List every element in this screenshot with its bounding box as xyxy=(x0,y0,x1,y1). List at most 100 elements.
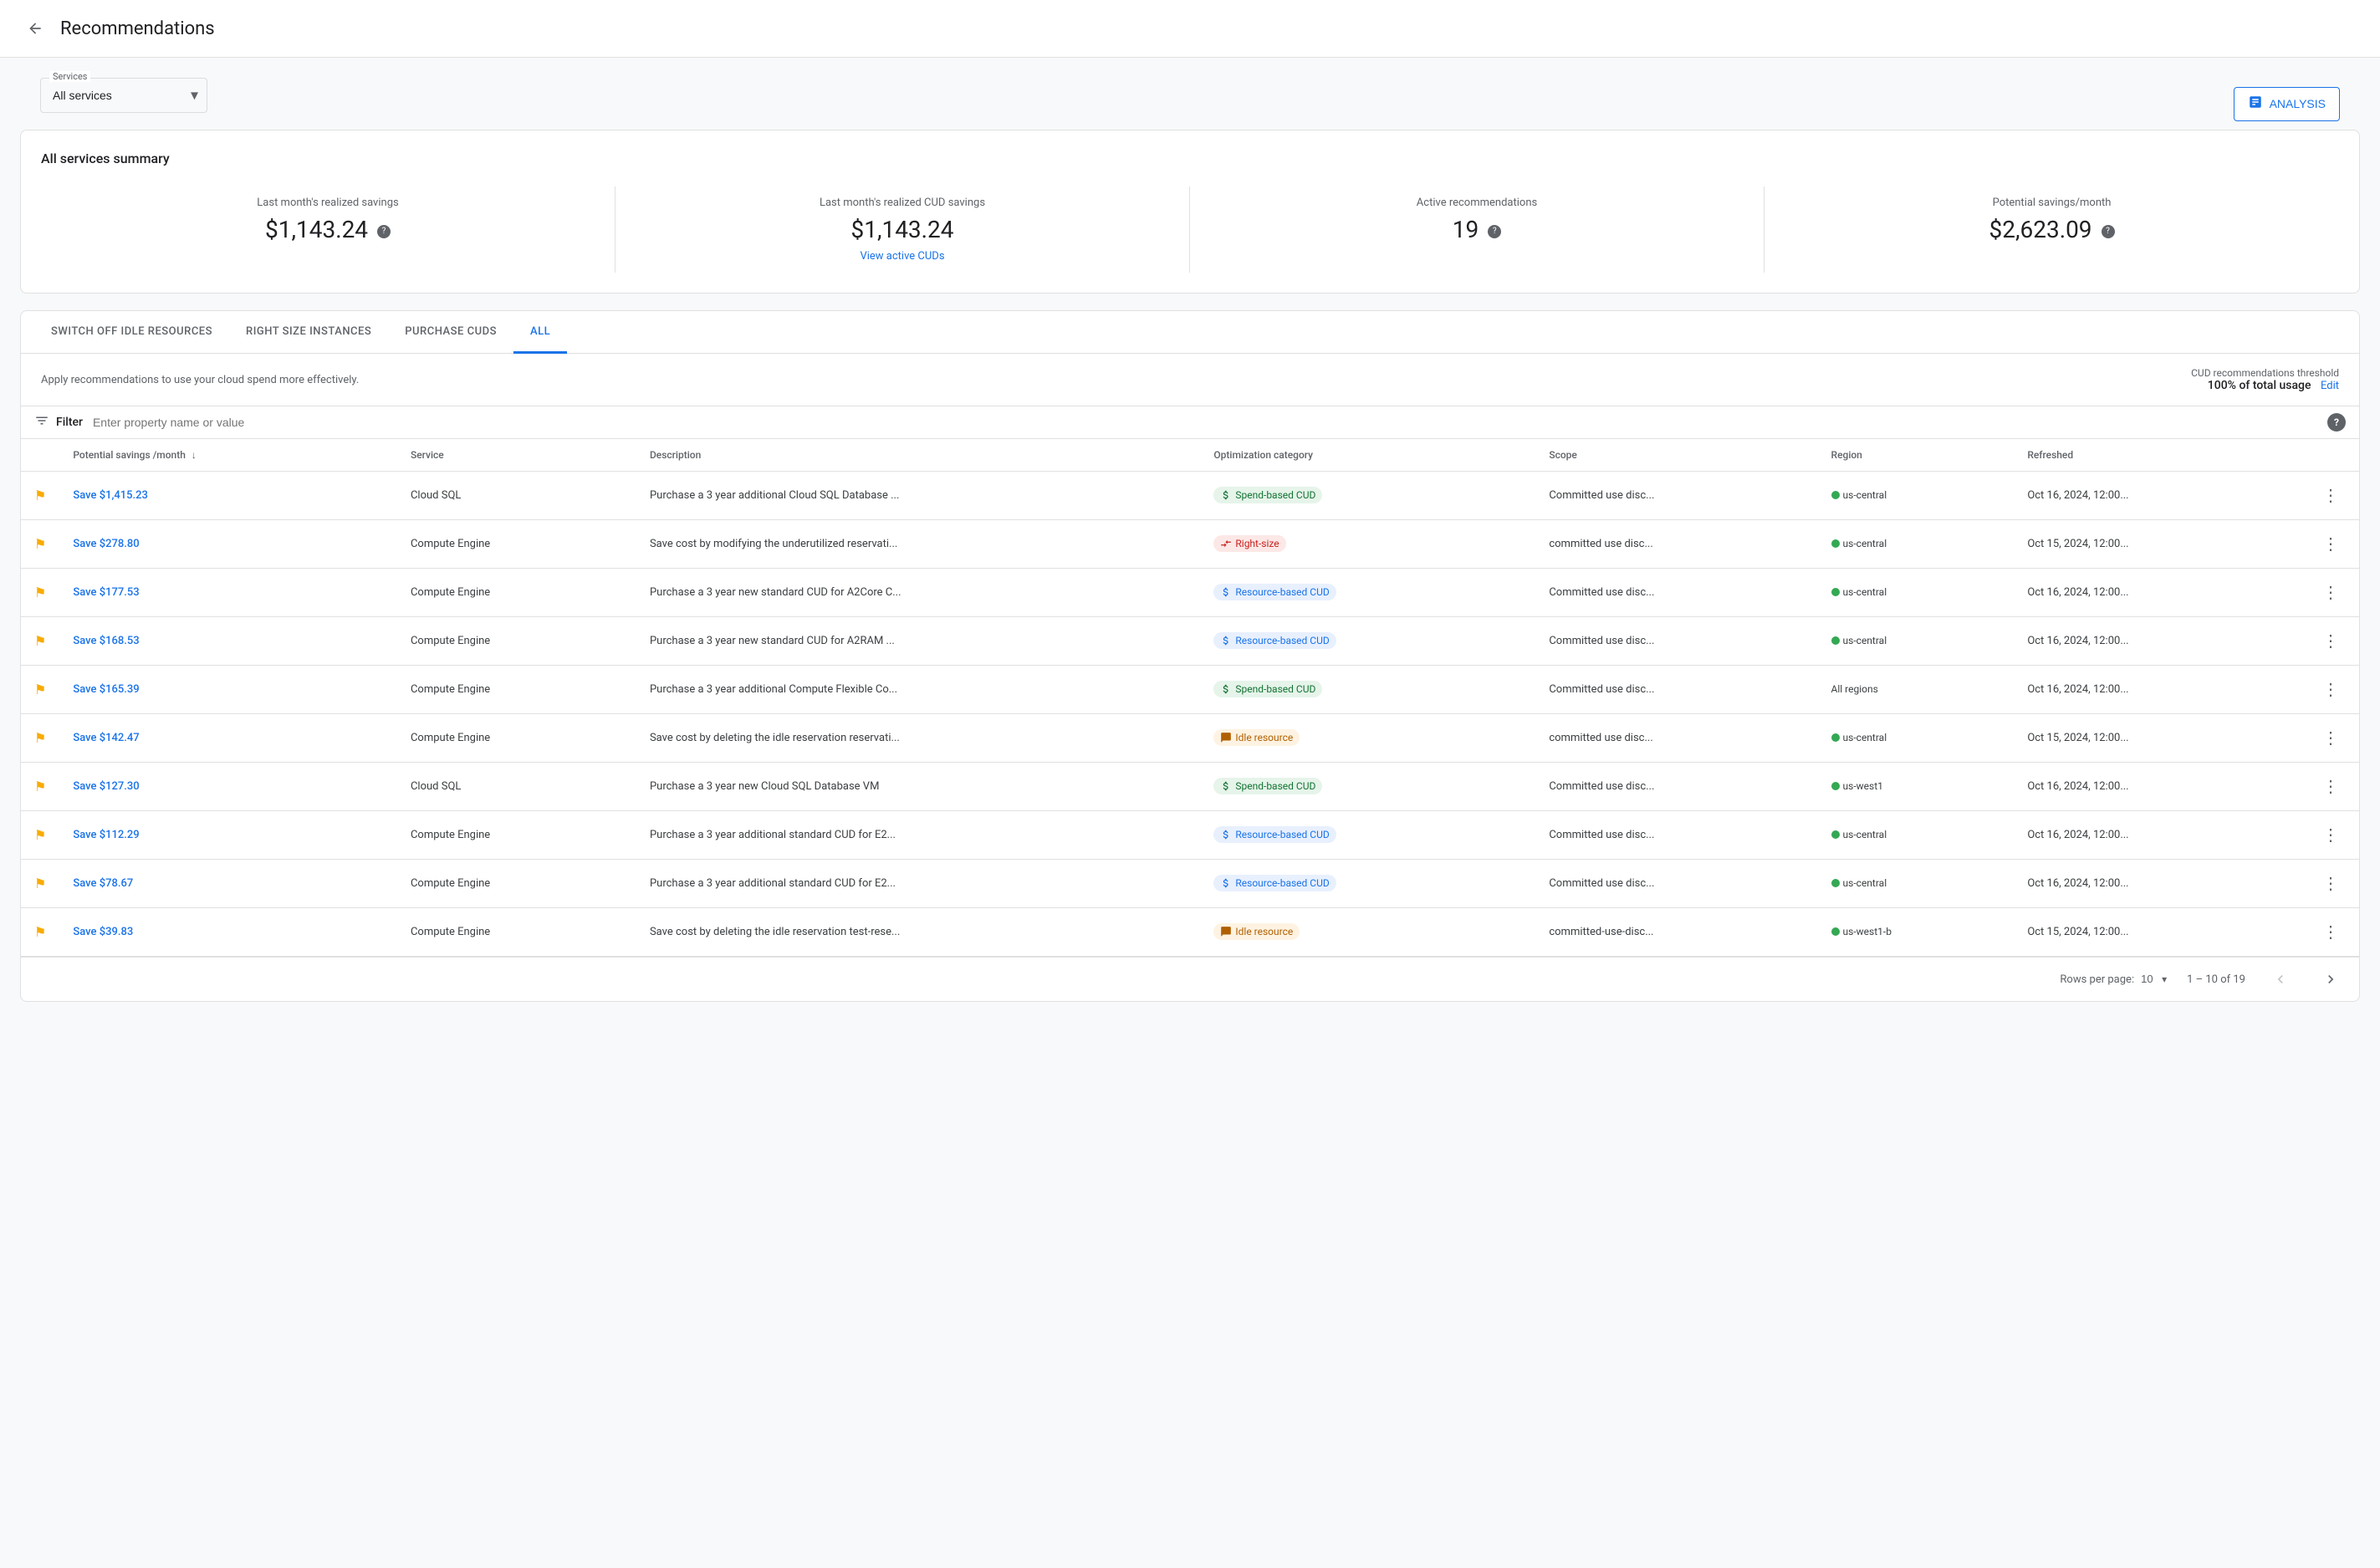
row-more-button[interactable]: ⋮ xyxy=(2316,773,2346,800)
service-cell: Cloud SQL xyxy=(397,472,636,520)
opt-badge: Resource-based CUD xyxy=(1213,584,1336,600)
th-flag xyxy=(21,439,59,472)
prev-page-button[interactable] xyxy=(2265,968,2296,991)
services-select-container: Services All services ▾ xyxy=(40,78,207,113)
top-bar: Services All services ▾ ANALYSIS xyxy=(20,71,2360,130)
tab-switch-off-idle[interactable]: SWITCH OFF IDLE RESOURCES xyxy=(34,312,229,354)
scope-cell: committed-use-disc... xyxy=(1535,908,1817,957)
actions-cell: ⋮ xyxy=(2302,763,2359,811)
savings-link[interactable]: Save $112.29 xyxy=(73,829,139,841)
cud-threshold-section: CUD recommendations threshold 100% of to… xyxy=(2191,367,2339,392)
row-more-button[interactable]: ⋮ xyxy=(2316,870,2346,897)
actions-cell: ⋮ xyxy=(2302,908,2359,957)
description-cell: Purchase a 3 year additional Compute Fle… xyxy=(636,666,1200,714)
savings-link[interactable]: Save $1,415.23 xyxy=(73,489,148,502)
flag-icon: ⚑ xyxy=(34,585,46,600)
rows-select-wrapper: 10 25 50 xyxy=(2141,973,2167,986)
region-status-dot xyxy=(1831,879,1840,887)
savings-link[interactable]: Save $165.39 xyxy=(73,683,139,696)
summary-card-cud-savings: Last month's realized CUD savings $1,143… xyxy=(615,186,1190,273)
row-more-button[interactable]: ⋮ xyxy=(2316,579,2346,606)
rows-per-page-section: Rows per page: 10 25 50 xyxy=(2060,973,2167,986)
tab-all[interactable]: ALL xyxy=(513,312,567,354)
back-button[interactable] xyxy=(20,13,50,43)
row-more-button[interactable]: ⋮ xyxy=(2316,676,2346,703)
analysis-button-label: ANALYSIS xyxy=(2270,97,2326,110)
region-cell: us-central xyxy=(1818,617,2015,666)
service-cell: Compute Engine xyxy=(397,569,636,617)
scope-cell: Committed use disc... xyxy=(1535,811,1817,860)
cud-threshold-value: 100% of total usage xyxy=(2208,379,2311,392)
region-cell: us-central xyxy=(1818,714,2015,763)
recommendations-section: SWITCH OFF IDLE RESOURCES RIGHT SIZE INS… xyxy=(20,310,2360,1002)
savings-link[interactable]: Save $39.83 xyxy=(73,926,133,938)
description-cell: Purchase a 3 year additional standard CU… xyxy=(636,811,1200,860)
savings-link[interactable]: Save $142.47 xyxy=(73,732,139,744)
view-active-cuds-link[interactable]: View active CUDs xyxy=(636,250,1169,263)
description-cell: Purchase a 3 year new standard CUD for A… xyxy=(636,569,1200,617)
service-cell: Compute Engine xyxy=(397,520,636,569)
refreshed-cell: Oct 16, 2024, 12:00... xyxy=(2014,763,2302,811)
row-more-button[interactable]: ⋮ xyxy=(2316,482,2346,509)
savings-cell: Save $78.67 xyxy=(59,860,397,908)
tab-right-size[interactable]: RIGHT SIZE INSTANCES xyxy=(229,312,388,354)
description-cell: Save cost by deleting the idle reservati… xyxy=(636,908,1200,957)
row-more-button[interactable]: ⋮ xyxy=(2316,918,2346,946)
refreshed-cell: Oct 16, 2024, 12:00... xyxy=(2014,617,2302,666)
scope-cell: committed use disc... xyxy=(1535,714,1817,763)
actions-cell: ⋮ xyxy=(2302,472,2359,520)
opt-category-cell: Resource-based CUD xyxy=(1200,860,1535,908)
cud-threshold-value-row: 100% of total usage Edit xyxy=(2191,379,2339,392)
th-region: Region xyxy=(1818,439,2015,472)
table-row: ⚑ Save $1,415.23 Cloud SQL Purchase a 3 … xyxy=(21,472,2359,520)
actions-cell: ⋮ xyxy=(2302,666,2359,714)
tab-purchase-cuds[interactable]: PURCHASE CUDS xyxy=(388,312,513,354)
opt-badge: Spend-based CUD xyxy=(1213,778,1322,794)
filter-label: Filter xyxy=(56,416,83,429)
savings-cell: Save $177.53 xyxy=(59,569,397,617)
savings-link[interactable]: Save $78.67 xyxy=(73,877,133,890)
filter-input[interactable] xyxy=(93,416,2327,429)
summary-title: All services summary xyxy=(41,151,2339,166)
next-page-button[interactable] xyxy=(2316,968,2346,991)
region-cell: us-central xyxy=(1818,520,2015,569)
row-more-button[interactable]: ⋮ xyxy=(2316,530,2346,558)
savings-link[interactable]: Save $127.30 xyxy=(73,780,139,793)
services-filter-wrapper: Services All services ▾ xyxy=(40,78,207,113)
info-icon-3[interactable]: ? xyxy=(2102,225,2115,238)
region-tag: us-central xyxy=(1831,732,1887,743)
services-select[interactable]: All services xyxy=(41,79,207,112)
help-icon[interactable]: ? xyxy=(2327,413,2346,432)
savings-link[interactable]: Save $177.53 xyxy=(73,586,139,599)
flag-cell: ⚑ xyxy=(21,617,59,666)
row-more-button[interactable]: ⋮ xyxy=(2316,627,2346,655)
card-value-3: $2,623.09 ? xyxy=(1785,216,2319,243)
region-status-dot xyxy=(1831,782,1840,790)
savings-cell: Save $278.80 xyxy=(59,520,397,569)
scope-cell: Committed use disc... xyxy=(1535,569,1817,617)
description-cell: Save cost by modifying the underutilized… xyxy=(636,520,1200,569)
service-cell: Compute Engine xyxy=(397,908,636,957)
th-actions xyxy=(2302,439,2359,472)
row-more-button[interactable]: ⋮ xyxy=(2316,724,2346,752)
savings-link[interactable]: Save $168.53 xyxy=(73,635,139,647)
refreshed-cell: Oct 16, 2024, 12:00... xyxy=(2014,569,2302,617)
info-icon-0[interactable]: ? xyxy=(377,225,391,238)
savings-cell: Save $127.30 xyxy=(59,763,397,811)
opt-category-cell: Spend-based CUD xyxy=(1200,763,1535,811)
region-tag: us-central xyxy=(1831,877,1887,889)
savings-link[interactable]: Save $278.80 xyxy=(73,538,139,550)
flag-icon: ⚑ xyxy=(34,779,46,794)
info-icon-2[interactable]: ? xyxy=(1488,225,1501,238)
region-status-dot xyxy=(1831,539,1840,548)
region-tag: us-central xyxy=(1831,538,1887,549)
region-cell: All regions xyxy=(1818,666,2015,714)
th-savings[interactable]: Potential savings /month ↓ xyxy=(59,439,397,472)
region-cell: us-west1 xyxy=(1818,763,2015,811)
analysis-button[interactable]: ANALYSIS xyxy=(2234,87,2340,121)
opt-category-cell: Idle resource xyxy=(1200,908,1535,957)
rows-per-page-select[interactable]: 10 25 50 xyxy=(2141,973,2167,985)
scope-cell: Committed use disc... xyxy=(1535,860,1817,908)
cud-edit-link[interactable]: Edit xyxy=(2321,380,2339,392)
row-more-button[interactable]: ⋮ xyxy=(2316,821,2346,849)
